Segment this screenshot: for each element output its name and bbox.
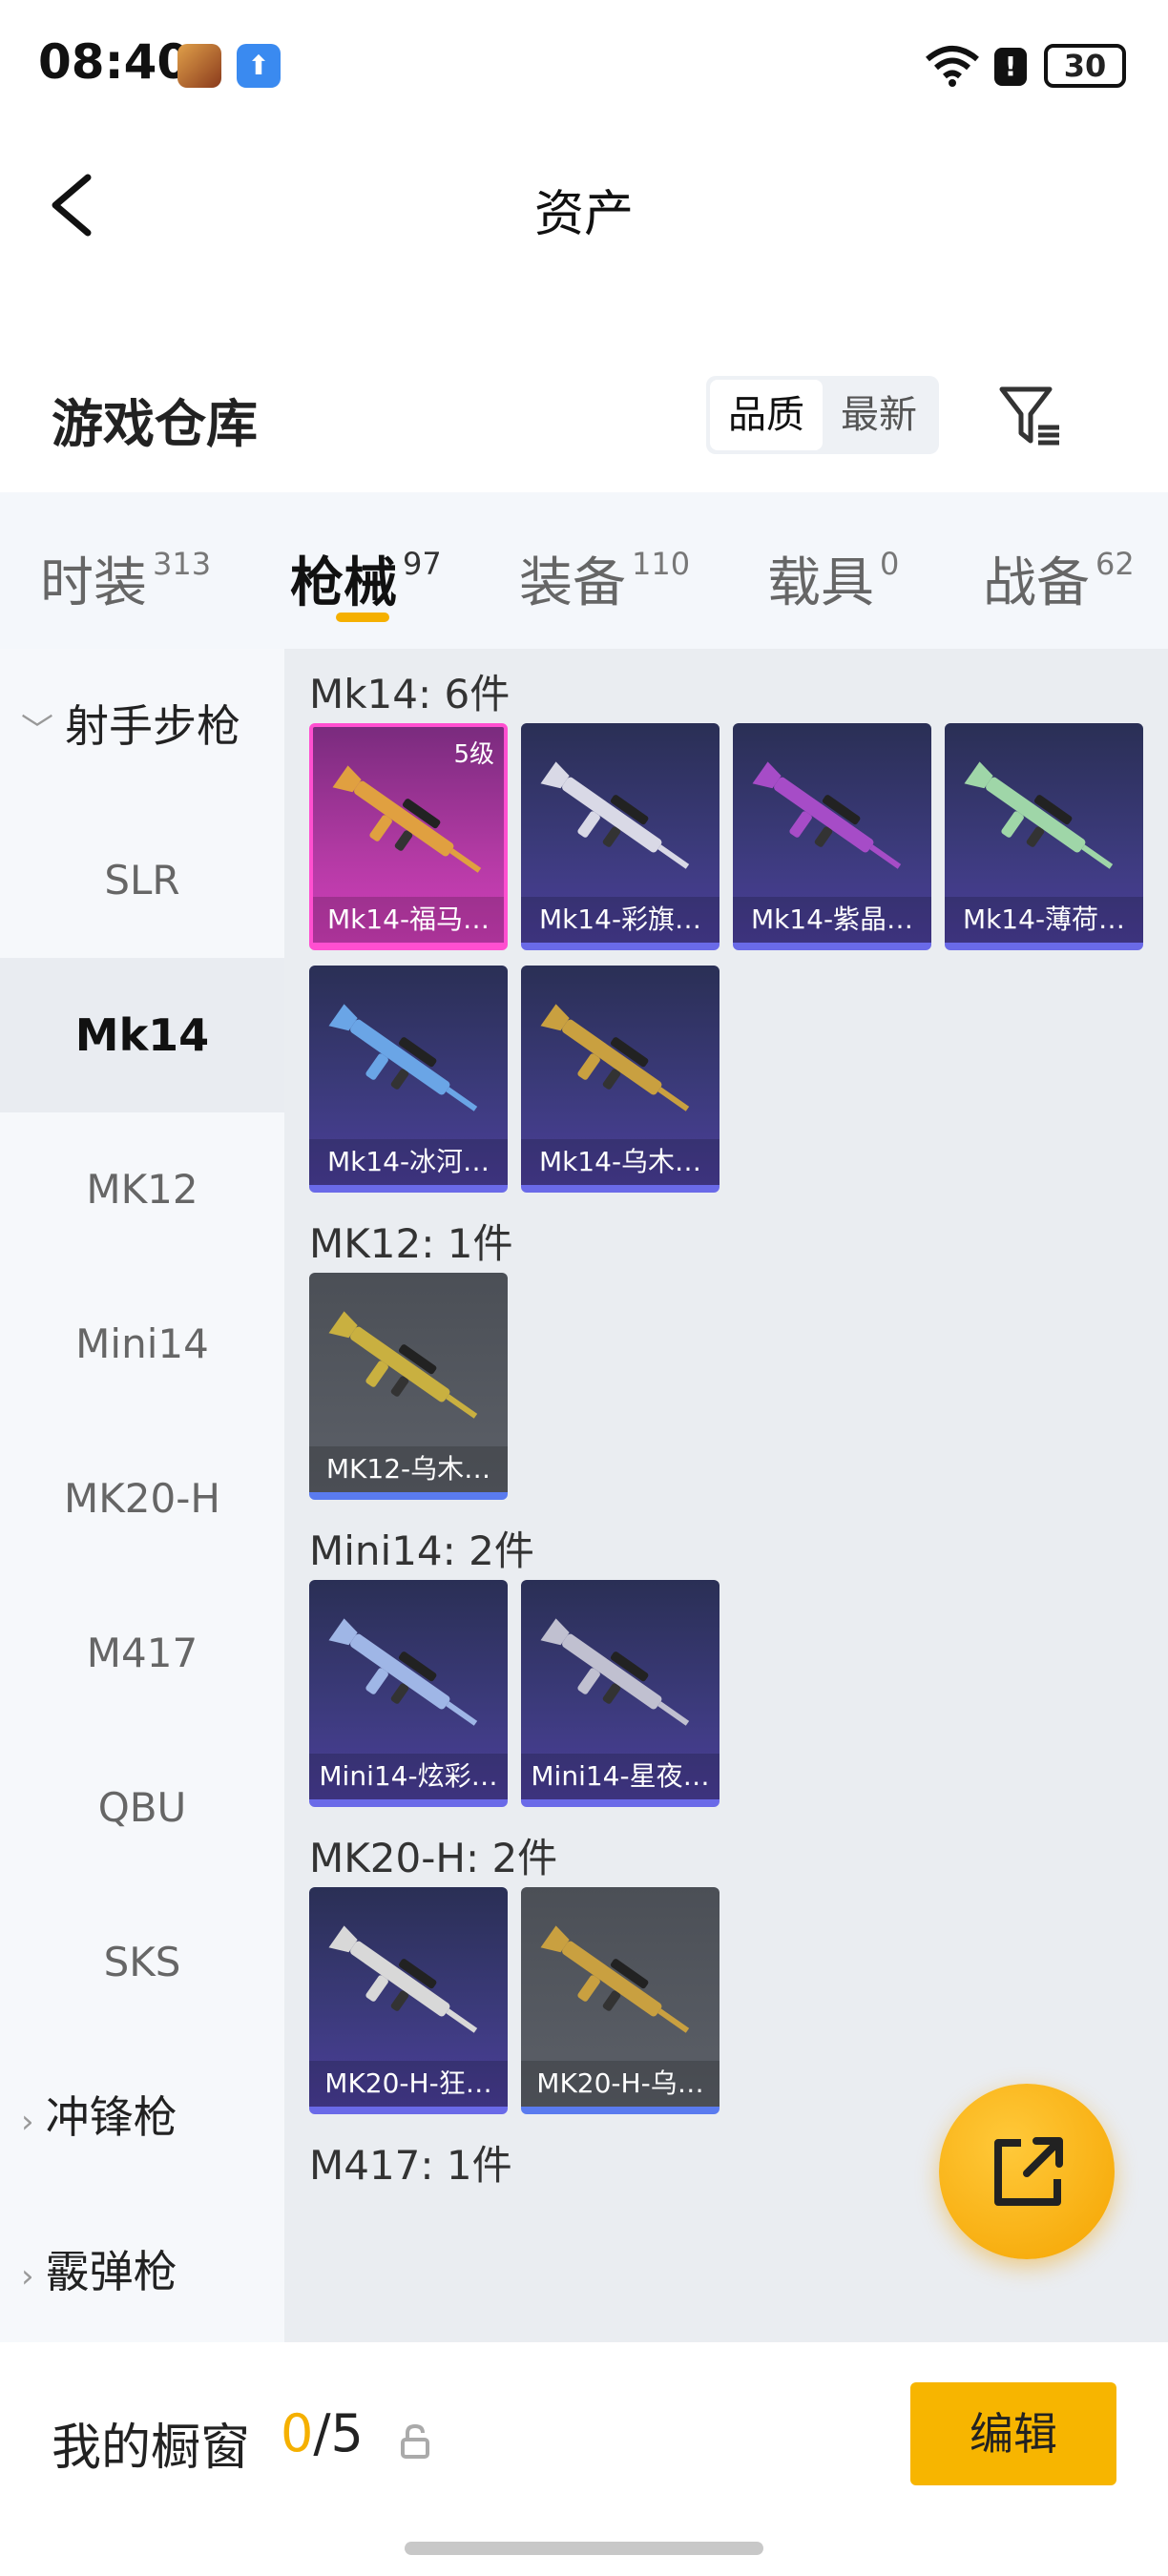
section-title: MK12: 1件 [309,1220,513,1267]
game-app-icon [177,44,221,88]
share-button[interactable] [939,2084,1115,2259]
weapon-name: Mk14-薄荷… [945,897,1143,943]
chevron-right-icon: › [21,2257,34,2296]
filter-icon[interactable] [996,380,1069,452]
rifle-icon [540,761,690,869]
warehouse-title: 游戏仓库 [52,394,258,454]
tab-equipment[interactable]: 装备 110 [519,540,690,617]
home-indicator [405,2542,763,2555]
weapon-card[interactable]: MK20-H-乌… [521,1887,720,2114]
sidebar-item-qbu[interactable]: QBU [0,1731,284,1885]
rifle-icon [328,1618,478,1726]
weapon-name: Mini14-星夜… [521,1754,720,1799]
sidebar-group-marksman-rifles[interactable]: ﹀ 射手步枪 [21,649,240,803]
sidebar-group-shotgun[interactable]: › 霰弹枪 [21,2194,177,2349]
weapon-name: Mk14-彩旗… [521,897,720,943]
weapon-card[interactable]: MK12-乌木… [309,1273,508,1500]
page-title: 资产 [533,186,634,243]
sidebar-item-mk20h[interactable]: MK20-H [0,1422,284,1576]
weapon-type-sidebar: ﹀ 射手步枪 SLR Mk14 MK12 Mini14 MK20-H M417 Q… [0,649,284,2342]
weapon-name: Mk14-紫晶… [733,897,931,943]
sidebar-group-smg[interactable]: › 冲锋枪 [21,2040,177,2194]
sidebar-item-mk12[interactable]: MK12 [0,1112,284,1267]
weapon-card[interactable]: MK20-H-狂… [309,1887,508,2114]
section-title: M417: 1件 [309,2142,512,2189]
chevron-down-icon: ﹀ [21,712,53,750]
rifle-icon [540,1618,690,1726]
weapon-name: MK20-H-乌… [521,2061,720,2107]
page-header: 资产 [0,153,1168,258]
weapon-card[interactable]: Mk14-薄荷… [945,723,1143,950]
rifle-icon [752,761,902,869]
lock-icon [401,2423,429,2459]
weapon-name: Mk14-福马… [313,897,504,943]
rifle-icon [328,1925,478,2033]
wifi-icon [926,46,979,87]
rifle-icon [328,1311,478,1419]
weapon-name: MK20-H-狂… [309,2061,508,2107]
tab-firearms[interactable]: 枪械 97 [290,540,442,617]
weapon-card[interactable]: Mk14-彩旗… [521,723,720,950]
showcase-count: 0/5 [281,2403,364,2463]
section-title: Mk14: 6件 [309,671,511,717]
section-title: MK20-H: 2件 [309,1835,558,1881]
sidebar-item-mini14[interactable]: Mini14 [0,1267,284,1422]
weapon-card[interactable]: Mk14-冰河… [309,966,508,1193]
share-icon [994,2137,1063,2206]
chevron-right-icon: › [21,2103,34,2141]
weapon-card[interactable]: Mk14-乌木… [521,966,720,1193]
sidebar-item-m417[interactable]: M417 [0,1576,284,1731]
sort-newest-button[interactable]: 最新 [823,380,935,450]
rifle-icon [328,1004,478,1111]
sidebar-item-sks[interactable]: SKS [0,1885,284,2040]
sidebar-item-mk14[interactable]: Mk14 [0,958,284,1112]
tab-vehicles[interactable]: 载具 0 [767,540,899,617]
weapon-name: Mk14-冰河… [309,1139,508,1185]
weapon-name: MK12-乌木… [309,1446,508,1492]
weapon-card[interactable]: Mini14-炫彩… [309,1580,508,1807]
tab-supplies[interactable]: 战备 62 [983,540,1135,617]
sidebar-item-slr[interactable]: SLR [0,803,284,958]
notification-icon: ! [994,48,1027,86]
section-title: Mini14: 2件 [309,1527,534,1574]
status-bar: 08:40 ⬆ ! 30 [0,0,1168,134]
active-tab-indicator [336,613,389,622]
weapon-card[interactable]: Mk14-紫晶… [733,723,931,950]
weapon-name: Mini14-炫彩… [309,1754,508,1799]
edit-button[interactable]: 编辑 [910,2382,1116,2485]
rifle-icon [540,1004,690,1111]
tab-fashion[interactable]: 时装 313 [40,540,211,617]
rifle-icon [540,1925,690,2033]
sort-quality-button[interactable]: 品质 [710,380,823,450]
sort-toggle: 品质 最新 [706,376,939,454]
weapon-card[interactable]: Mini14-星夜… [521,1580,720,1807]
showcase-label: 我的橱窗 [52,2420,251,2477]
weapon-card[interactable]: 5级 Mk14-福马… [309,723,508,950]
category-tabs: 时装 313 枪械 97 装备 110 载具 0 战备 62 [0,492,1168,649]
clock: 08:40 [38,34,191,90]
weapon-name: Mk14-乌木… [521,1139,720,1185]
battery-indicator: 30 [1044,44,1126,88]
rifle-icon [964,761,1114,869]
rifle-icon [332,765,482,873]
upload-app-icon: ⬆ [237,44,281,88]
